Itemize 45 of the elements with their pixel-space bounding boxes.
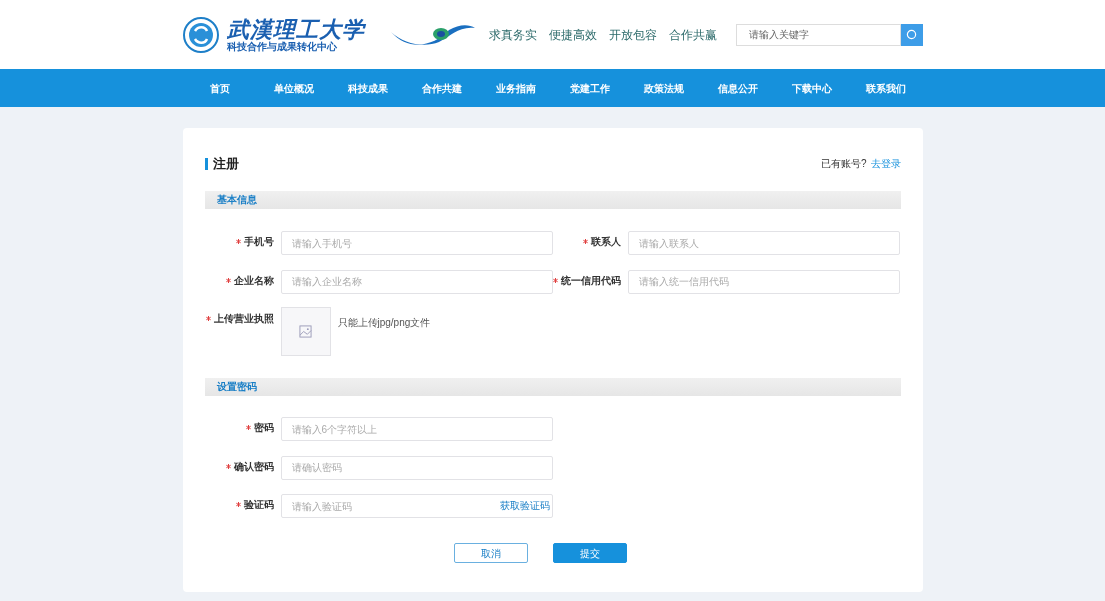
nav-link[interactable]: 首页	[182, 69, 257, 107]
title-accent-bar	[204, 157, 208, 170]
submit-button[interactable]: 提交	[552, 543, 627, 563]
nav-link[interactable]: 业务指南	[478, 69, 553, 107]
section-title: 设置密码	[216, 380, 257, 394]
field-label: 企业名称	[233, 273, 274, 288]
get-code-link[interactable]: 获取验证码	[499, 497, 550, 513]
field-label: 密码	[253, 421, 274, 435]
input-field[interactable]: 请输入联系人	[627, 231, 900, 255]
field-label: 确认密码	[233, 459, 274, 474]
login-prompt: 已有账号?	[820, 157, 867, 172]
image-icon	[299, 324, 312, 338]
field-label: 统一信用代码	[560, 273, 621, 288]
form-title: 注册	[212, 155, 239, 173]
nav-link[interactable]: 科技成果	[330, 69, 405, 107]
nav-link[interactable]: 下载中心	[774, 69, 849, 107]
input-field[interactable]: 请输入6个字符以上	[280, 417, 553, 441]
slogan-text: 合作共赢	[669, 26, 718, 44]
nav-link[interactable]: 合作共建	[404, 69, 479, 107]
input-field[interactable]: 请确认密码	[280, 455, 553, 480]
image-upload-box[interactable]	[280, 306, 331, 356]
input-field[interactable]: 请输入企业名称	[280, 269, 553, 294]
input-field[interactable]: 请输入手机号	[280, 231, 553, 255]
slogan-text: 便捷高效	[549, 26, 598, 44]
logo-subtitle: 科技合作与成果转化中心	[226, 40, 338, 53]
field-label: 联系人	[590, 235, 621, 249]
nav-link[interactable]: 信息公开	[700, 69, 775, 107]
upload-hint: 只能上传jpg/png文件	[337, 315, 431, 330]
search-field[interactable]: 请输入关键字	[735, 23, 901, 46]
search-button[interactable]	[900, 23, 923, 46]
field-label: 上传营业执照	[213, 312, 274, 326]
logo-title: 武漢理工大学	[226, 16, 366, 41]
nav-link[interactable]: 单位概况	[256, 69, 331, 107]
slogan-text: 开放包容	[609, 26, 658, 44]
section-title: 基本信息	[216, 193, 257, 207]
field-label: 验证码	[243, 498, 274, 512]
field-label: 手机号	[243, 235, 274, 249]
login-link[interactable]: 去登录	[870, 156, 901, 172]
nav-link[interactable]: 党建工作	[552, 69, 627, 107]
cancel-button[interactable]: 取消	[453, 543, 528, 563]
nav-link[interactable]: 联系我们	[848, 69, 923, 107]
slogan-text: 求真务实	[489, 26, 538, 44]
university-emblem-icon	[182, 16, 219, 53]
search-icon	[906, 29, 917, 40]
nav-link[interactable]: 政策法规	[626, 69, 701, 107]
